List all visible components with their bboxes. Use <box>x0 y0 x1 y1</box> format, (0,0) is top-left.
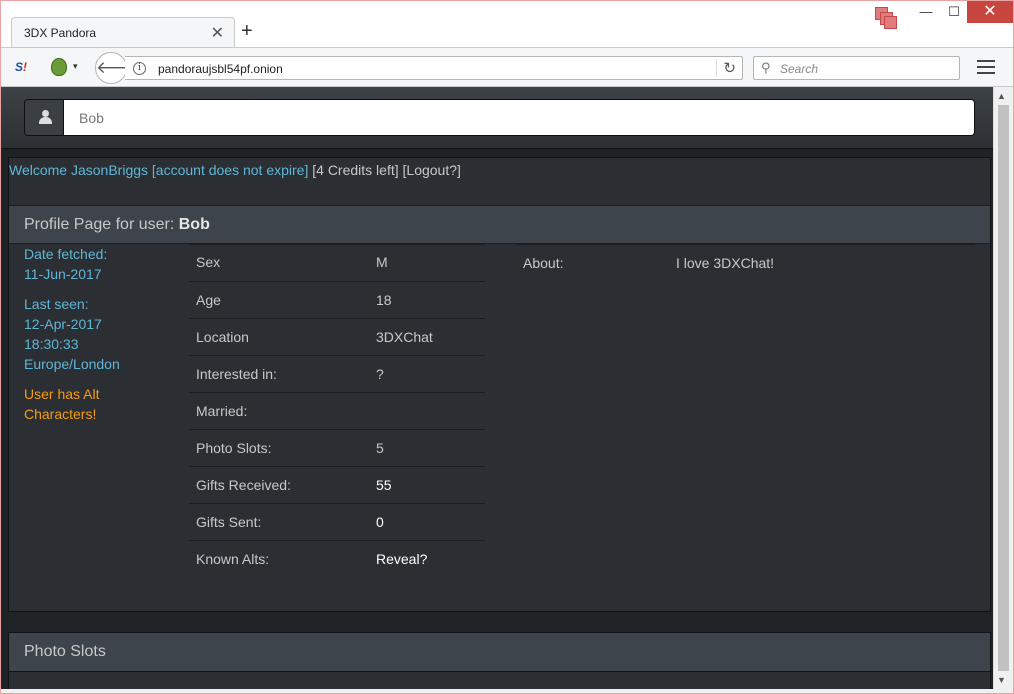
logout-link[interactable]: [Logout?] <box>403 162 461 178</box>
field-value-photo-slots: 5 <box>369 428 485 466</box>
field-label-gifts-sent: Gifts Sent: <box>189 502 369 540</box>
browser-search-input[interactable]: ⚲ Search <box>753 56 960 80</box>
profile-panel: Welcome JasonBriggs [account does not ex… <box>8 157 991 612</box>
vertical-scrollbar[interactable]: ▲ ▼ <box>993 87 1013 689</box>
user-search-addon <box>24 99 64 136</box>
user-search-input[interactable] <box>64 99 975 136</box>
table-row: Location 3DXChat <box>189 317 485 355</box>
field-value-interested-in: ? <box>369 354 485 392</box>
profile-heading-prefix: Profile Page for user: <box>24 216 175 233</box>
field-label-married: Married: <box>189 391 369 429</box>
tab-close-icon[interactable]: ✕ <box>211 23 224 43</box>
photo-slots-body <box>8 672 991 689</box>
noscript-icon[interactable]: S! <box>15 60 27 74</box>
last-seen-label: Last seen: <box>24 296 89 312</box>
photo-slots-title: Photo Slots <box>24 643 106 660</box>
last-seen-timezone: Europe/London <box>24 356 120 372</box>
site-header <box>1 87 993 149</box>
table-row: Interested in: ? <box>189 354 485 392</box>
info-icon[interactable]: i <box>133 62 146 75</box>
reload-icon[interactable]: ↻ <box>716 59 736 77</box>
maximize-button[interactable]: ☐ <box>941 1 967 23</box>
minimize-button[interactable]: — <box>911 1 941 23</box>
scroll-thumb[interactable] <box>998 105 1009 671</box>
table-row: Age 18 <box>189 280 485 318</box>
reveal-alts-link[interactable]: Reveal? <box>369 539 485 577</box>
search-icon: ⚲ <box>761 60 771 75</box>
field-label-gifts-received: Gifts Received: <box>189 465 369 503</box>
date-fetched-value: 11-Jun-2017 <box>24 266 102 282</box>
browser-tab[interactable]: 3DX Pandora ✕ <box>11 17 235 47</box>
profile-username: Bob <box>178 216 210 233</box>
tor-onion-icon[interactable] <box>51 58 67 76</box>
scroll-up-icon[interactable]: ▲ <box>997 91 1006 101</box>
about-label: About: <box>523 255 564 272</box>
close-window-button[interactable]: ✕ <box>967 1 1013 23</box>
photo-slots-heading: Photo Slots <box>8 632 991 672</box>
table-row: Photo Slots: 5 <box>189 428 485 466</box>
date-fetched-label: Date fetched: <box>24 246 108 262</box>
table-row: About: I love 3DXChat! <box>516 245 975 282</box>
field-value-sex: M <box>376 254 388 271</box>
table-row: Gifts Sent: 0 <box>189 502 485 540</box>
field-label-known-alts: Known Alts: <box>189 539 369 577</box>
field-label-interested-in: Interested in: <box>189 354 369 392</box>
tab-title: 3DX Pandora <box>24 26 97 40</box>
last-seen-time: 18:30:33 <box>24 336 79 352</box>
field-value-gifts-received[interactable]: 55 <box>369 465 485 503</box>
last-seen-date: 12-Apr-2017 <box>24 316 102 332</box>
field-label-photo-slots: Photo Slots: <box>189 428 369 466</box>
field-value-location: 3DXChat <box>369 317 485 355</box>
about-value: I love 3DXChat! <box>676 255 775 272</box>
field-label-age: Age <box>189 280 369 318</box>
browser-logo-icon <box>875 7 897 29</box>
search-placeholder: Search <box>780 62 819 76</box>
page-viewport: Welcome JasonBriggs [account does not ex… <box>1 87 993 689</box>
welcome-bar: Welcome JasonBriggs [account does not ex… <box>9 162 461 178</box>
profile-heading: Profile Page for user: Bob <box>9 205 990 244</box>
menu-icon[interactable] <box>977 60 995 74</box>
browser-window: 3DX Pandora ✕ + — ☐ ✕ S! ▾ 🡐 i pandorauj… <box>0 0 1014 694</box>
new-tab-button[interactable]: + <box>241 21 253 41</box>
scroll-down-icon[interactable]: ▼ <box>997 675 1006 685</box>
title-bar: 3DX Pandora ✕ + — ☐ ✕ <box>1 1 1013 47</box>
account-link[interactable]: Welcome JasonBriggs [account does not ex… <box>9 162 308 178</box>
navigation-bar: S! ▾ 🡐 i pandoraujsbl54pf.onion ↻ ⚲ Sear… <box>1 47 1013 87</box>
about-table: About: I love 3DXChat! <box>516 244 975 282</box>
field-value-age: 18 <box>369 280 485 318</box>
address-bar[interactable]: i pandoraujsbl54pf.onion ↻ <box>125 56 743 80</box>
table-row: Gifts Received: 55 <box>189 465 485 503</box>
user-icon <box>39 110 52 124</box>
profile-meta: Date fetched: 11-Jun-2017 Last seen: 12-… <box>24 244 174 424</box>
credits-link[interactable]: [4 Credits left] <box>312 162 398 178</box>
table-row: Sex M <box>189 244 485 281</box>
field-label-location: Location <box>189 317 369 355</box>
field-value-gifts-sent[interactable]: 0 <box>369 502 485 540</box>
back-button[interactable]: 🡐 <box>95 52 142 84</box>
url-text[interactable]: pandoraujsbl54pf.onion <box>158 62 283 76</box>
alt-characters-warning: User has Alt Characters! <box>24 386 100 422</box>
field-value-married <box>369 391 485 429</box>
chevron-down-icon[interactable]: ▾ <box>73 61 78 72</box>
table-row: Known Alts: Reveal? <box>189 539 485 577</box>
field-label-sex: Sex <box>196 254 221 271</box>
table-row: Married: <box>189 391 485 429</box>
profile-details-table: Sex M Age 18 Location 3DXChat Interested… <box>189 244 485 577</box>
